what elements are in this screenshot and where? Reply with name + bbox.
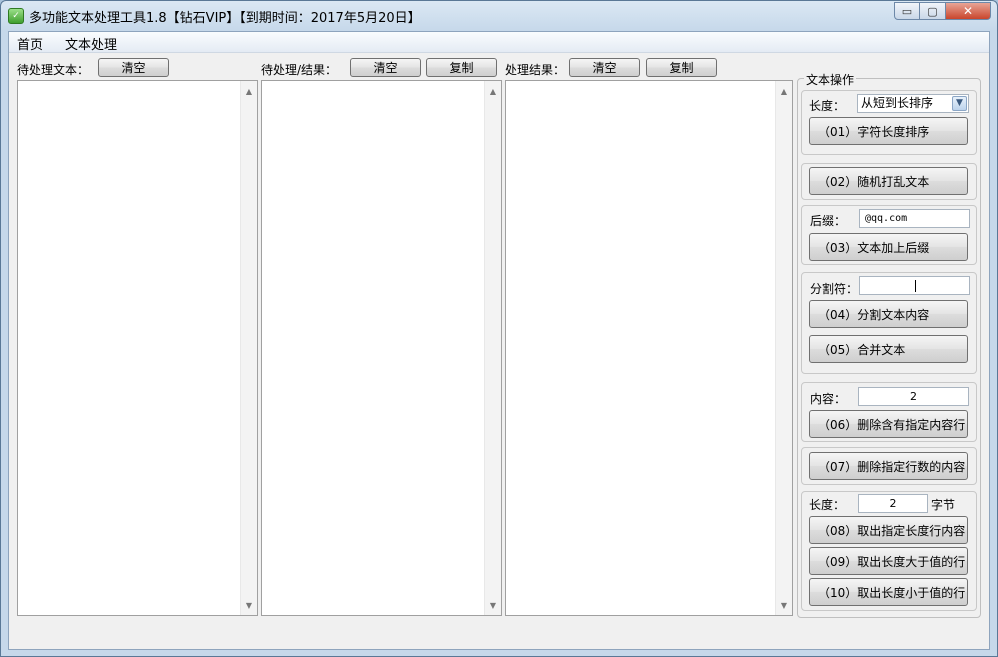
text-caret (915, 280, 916, 292)
result-text-label: 处理结果： (505, 63, 566, 77)
merge-text-button[interactable]: （05）合并文本 (809, 335, 968, 363)
scroll-down-icon[interactable]: ▼ (241, 597, 257, 613)
maximize-icon: ▢ (927, 4, 938, 18)
close-button[interactable]: ✕ (946, 2, 991, 20)
sort-order-select[interactable]: 从短到长排序 ▼ (857, 94, 969, 113)
delete-line-count-button[interactable]: （07）删除指定行数的内容 (809, 452, 968, 480)
result-scrollbar[interactable]: ▲ ▼ (775, 81, 792, 615)
shuffle-text-button[interactable]: （02）随机打乱文本 (809, 167, 968, 195)
menu-item-text-processing[interactable]: 文本处理 (59, 34, 123, 53)
maximize-button[interactable]: ▢ (920, 2, 946, 20)
middle-textarea[interactable]: ▲ ▼ (261, 80, 502, 616)
chevron-down-icon[interactable]: ▼ (952, 96, 967, 111)
length-label: 长度： (809, 498, 846, 512)
scroll-up-icon[interactable]: ▲ (485, 83, 501, 99)
app-window: ✓ 多功能文本处理工具1.8【钻石VIP】【到期时间：2017年5月20日】 ▭… (0, 0, 998, 657)
result-copy-button[interactable]: 复制 (646, 58, 717, 77)
content-input[interactable]: 2 (858, 387, 969, 406)
extract-exact-length-button[interactable]: （08）取出指定长度行内容 (809, 516, 968, 544)
sort-order-value: 从短到长排序 (861, 96, 934, 110)
client-area: 首页 文本处理 待处理文本： 清空 ▲ ▼ 待处理/结果： 清空 复制 ▲ ▼ … (8, 31, 990, 650)
extract-longer-lines-button[interactable]: （09）取出长度大于值的行 (809, 547, 968, 575)
content-label: 内容： (810, 392, 847, 406)
result-clear-button[interactable]: 清空 (569, 58, 640, 77)
text-ops-title: 文本操作 (804, 71, 857, 88)
extract-shorter-lines-button[interactable]: （10）取出长度小于值的行 (809, 578, 968, 606)
input-text-label: 待处理文本： (17, 63, 90, 77)
separator-label: 分割符： (810, 282, 859, 296)
menu-item-home[interactable]: 首页 (11, 34, 49, 53)
window-title: 多功能文本处理工具1.8【钻石VIP】【到期时间：2017年5月20日】 (29, 11, 421, 26)
scroll-up-icon[interactable]: ▲ (241, 83, 257, 99)
sort-length-label: 长度： (809, 99, 846, 113)
middle-text-label: 待处理/结果： (261, 63, 338, 77)
split-text-button[interactable]: （04）分割文本内容 (809, 300, 968, 328)
suffix-input[interactable]: @qq.com (859, 209, 970, 228)
scroll-up-icon[interactable]: ▲ (776, 83, 792, 99)
suffix-label: 后缀： (810, 214, 847, 228)
middle-scrollbar[interactable]: ▲ ▼ (484, 81, 501, 615)
delete-lines-containing-button[interactable]: （06）删除含有指定内容行 (809, 410, 968, 438)
title-bar[interactable]: ✓ 多功能文本处理工具1.8【钻石VIP】【到期时间：2017年5月20日】 ▭… (1, 1, 997, 31)
minimize-icon: ▭ (901, 4, 913, 18)
menu-bar: 首页 文本处理 (9, 32, 989, 53)
input-clear-button[interactable]: 清空 (98, 58, 169, 77)
scroll-down-icon[interactable]: ▼ (776, 597, 792, 613)
close-icon: ✕ (962, 4, 974, 18)
result-textarea[interactable]: ▲ ▼ (505, 80, 793, 616)
separator-input[interactable] (859, 276, 970, 295)
sort-by-length-button[interactable]: （01）字符长度排序 (809, 117, 968, 145)
input-scrollbar[interactable]: ▲ ▼ (240, 81, 257, 615)
window-controls: ▭ ▢ ✕ (894, 2, 991, 20)
add-suffix-button[interactable]: （03）文本加上后缀 (809, 233, 968, 261)
minimize-button[interactable]: ▭ (894, 2, 920, 20)
middle-copy-button[interactable]: 复制 (426, 58, 497, 77)
length-unit-label: 字节 (931, 498, 956, 512)
length-input[interactable]: 2 (858, 494, 928, 513)
scroll-down-icon[interactable]: ▼ (485, 597, 501, 613)
app-logo-icon: ✓ (8, 8, 24, 24)
middle-clear-button[interactable]: 清空 (350, 58, 421, 77)
input-textarea[interactable]: ▲ ▼ (17, 80, 258, 616)
